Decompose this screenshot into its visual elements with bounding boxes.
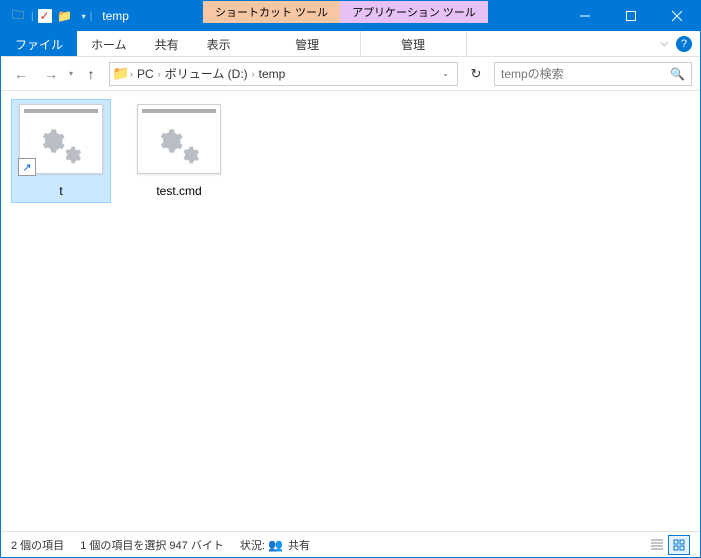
breadcrumb-pc[interactable]: PC xyxy=(133,67,158,81)
tab-file[interactable]: ファイル xyxy=(1,31,77,56)
file-name-label: t xyxy=(16,184,106,198)
file-thumbnail xyxy=(137,104,221,174)
item-count: 2 個の項目 xyxy=(11,537,64,553)
chevron-down-icon[interactable]: ⌄ xyxy=(436,69,455,78)
file-item-cmd[interactable]: test.cmd xyxy=(129,99,229,203)
selection-info: 1 個の項目を選択 947 バイト xyxy=(80,537,224,553)
window-controls xyxy=(562,1,700,31)
file-item-shortcut[interactable]: ↗ t xyxy=(11,99,111,203)
file-thumbnail: ↗ xyxy=(19,104,103,174)
people-icon: 👥 xyxy=(268,538,283,552)
chevron-down-icon[interactable]: ⌵ xyxy=(660,38,668,49)
folder-icon: 📁 xyxy=(112,65,130,82)
application-tools-tab[interactable]: アプリケーション ツール xyxy=(340,1,488,23)
search-icon[interactable]: 🔍 xyxy=(670,67,685,81)
shortcut-tools-tab[interactable]: ショートカット ツール xyxy=(203,1,340,23)
chevron-down-icon[interactable]: ▾ xyxy=(82,12,86,21)
status-bar: 2 個の項目 1 個の項目を選択 947 バイト 状況: 👥 共有 xyxy=(1,531,700,557)
tab-manage-app[interactable]: 管理 xyxy=(361,31,467,56)
up-button[interactable]: ↑ xyxy=(79,62,103,86)
help-button[interactable]: ? xyxy=(676,36,692,52)
folder-icon: 📁 xyxy=(56,7,74,25)
navigation-bar: ← → ▾ ↑ 📁 › PC › ボリューム (D:) › temp ⌄ ↻ t… xyxy=(1,57,700,91)
quick-access-toolbar: 🗀 | ✓ 📁 ▾ | temp xyxy=(1,7,129,25)
forward-button[interactable]: → xyxy=(39,62,63,86)
ribbon-tabs: ファイル ホーム 共有 表示 管理 管理 ⌵ ? xyxy=(1,31,700,57)
title-bar: 🗀 | ✓ 📁 ▾ | temp ショートカット ツール アプリケーション ツー… xyxy=(1,1,700,31)
breadcrumb-folder[interactable]: temp xyxy=(255,67,290,81)
address-bar[interactable]: 📁 › PC › ボリューム (D:) › temp ⌄ xyxy=(109,62,458,86)
window-title: temp xyxy=(102,9,129,23)
checkbox-icon[interactable]: ✓ xyxy=(38,9,52,23)
refresh-button[interactable]: ↻ xyxy=(464,66,488,82)
details-view-button[interactable] xyxy=(646,535,668,555)
file-name-label: test.cmd xyxy=(134,184,224,198)
tab-manage-shortcut[interactable]: 管理 xyxy=(255,31,361,56)
history-dropdown[interactable]: ▾ xyxy=(69,69,73,78)
tab-share[interactable]: 共有 xyxy=(141,31,193,56)
tab-view[interactable]: 表示 xyxy=(193,31,245,56)
qat-separator: | xyxy=(90,11,93,22)
file-list-area[interactable]: ↗ t test.cmd xyxy=(1,91,700,531)
shortcut-arrow-icon: ↗ xyxy=(18,158,36,176)
folder-icon: 🗀 xyxy=(9,7,27,25)
gear-icon xyxy=(62,145,82,165)
share-status: 状況: 👥 共有 xyxy=(240,537,310,553)
contextual-tool-tabs: ショートカット ツール アプリケーション ツール xyxy=(203,1,488,23)
tab-home[interactable]: ホーム xyxy=(77,31,141,56)
icons-view-button[interactable] xyxy=(668,535,690,555)
view-mode-switcher xyxy=(646,535,690,555)
qat-separator: | xyxy=(31,11,34,22)
search-placeholder: tempの検索 xyxy=(501,65,564,82)
minimize-button[interactable] xyxy=(562,1,608,31)
close-button[interactable] xyxy=(654,1,700,31)
breadcrumb-volume[interactable]: ボリューム (D:) xyxy=(161,65,252,82)
search-input[interactable]: tempの検索 🔍 xyxy=(494,62,692,86)
maximize-button[interactable] xyxy=(608,1,654,31)
gear-icon xyxy=(180,145,200,165)
back-button[interactable]: ← xyxy=(9,62,33,86)
